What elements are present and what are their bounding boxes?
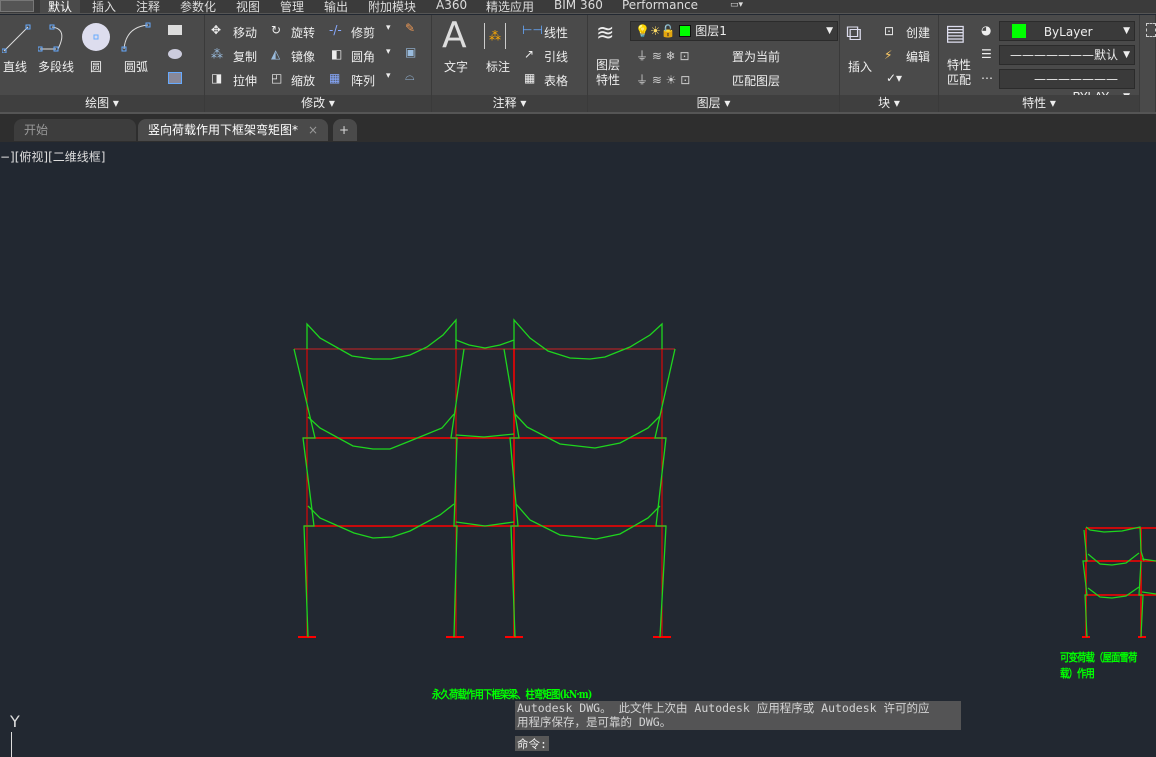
frame-structure (294, 348, 675, 638)
ucs-y-label: Y (10, 712, 20, 731)
moment-col-a (293, 348, 316, 638)
drawing-caption-variable-load: 可变荷载（屋面雪荷载）作用 (1060, 651, 1137, 680)
command-history: Autodesk DWG。 此文件上次由 Autodesk 应用程序或 Auto… (515, 701, 961, 730)
moment-roof-right (513, 318, 663, 360)
moment-f2-mid (455, 433, 515, 438)
moment-f2-right (514, 413, 661, 449)
drawing-caption-permanent-load: 永久荷载作用下框架梁、柱弯矩图(kN·m) (432, 688, 592, 701)
command-history-line: 用程序保存，是可靠的 DWG。 (517, 715, 672, 729)
command-input[interactable]: 命令: (515, 736, 549, 751)
moment-col-b (450, 348, 465, 638)
command-history-line: Autodesk DWG。 此文件上次由 Autodesk 应用程序或 Auto… (517, 701, 930, 715)
moment-f1-right (515, 503, 661, 540)
ucs-icon: Y (10, 712, 20, 757)
moment-f1-left (307, 503, 455, 539)
moment-diagram (293, 318, 676, 638)
moment-col-d (654, 348, 676, 638)
moment-roof-mid (455, 339, 515, 349)
moment-roof-left (306, 318, 457, 360)
second-frame-partial (1082, 526, 1156, 638)
moment-col-c (503, 348, 520, 638)
drawing-canvas[interactable] (0, 0, 1156, 755)
moment-f2-left (307, 413, 455, 450)
